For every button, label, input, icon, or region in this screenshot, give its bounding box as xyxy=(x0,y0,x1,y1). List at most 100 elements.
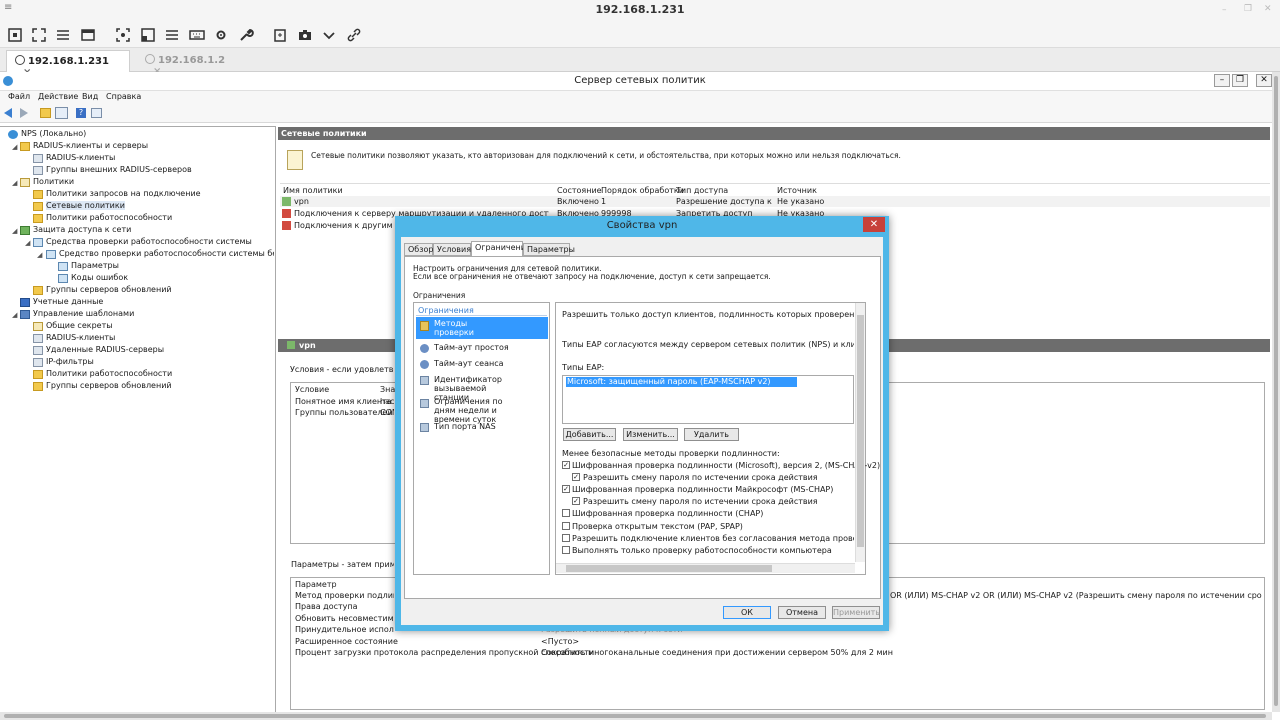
settings-page-icon xyxy=(58,262,68,271)
policies-icon xyxy=(20,178,30,187)
col-source[interactable]: Источник xyxy=(777,186,817,195)
collapse-icon[interactable]: ◢ xyxy=(12,144,19,151)
forward-arrow-icon[interactable] xyxy=(20,108,28,118)
fit-screen-icon[interactable] xyxy=(7,27,23,43)
server-icon xyxy=(33,166,43,175)
chevron-down-icon[interactable] xyxy=(321,27,337,43)
wrench-icon[interactable] xyxy=(238,27,254,43)
policies-table-row-vpn[interactable] xyxy=(280,196,1270,207)
clipboard-icon[interactable] xyxy=(272,27,288,43)
up-folder-icon[interactable] xyxy=(40,108,51,118)
timer-icon xyxy=(420,344,429,353)
mmc-close-button[interactable]: ✕ xyxy=(1256,74,1272,87)
mmc-minimize-button[interactable]: – xyxy=(1214,74,1230,87)
link-icon[interactable] xyxy=(346,27,362,43)
dialog-tab-overview[interactable]: Обзор xyxy=(404,243,433,256)
folder-icon xyxy=(33,286,43,295)
collapse-icon[interactable]: ◢ xyxy=(12,312,19,319)
mmc-title: Сервер сетевых политик xyxy=(574,75,706,86)
constraint-item-nas-port[interactable]: Тип порта NAS xyxy=(434,422,496,431)
collapse-icon[interactable]: ◢ xyxy=(12,228,19,235)
eap-type-item[interactable]: Microsoft: защищенный пароль (EAP-MSCHAP… xyxy=(566,377,797,387)
mmc-restore-button[interactable]: ❐ xyxy=(1232,74,1248,87)
list-icon[interactable] xyxy=(55,27,71,43)
collapse-icon[interactable]: ◢ xyxy=(12,180,19,187)
scroll-thumb[interactable] xyxy=(4,714,1266,718)
policy-access: Разрешение доступа к узлу xyxy=(676,197,772,206)
accounting-icon xyxy=(20,298,30,307)
details-title: vpn xyxy=(299,341,316,350)
condition-name: Группы пользователей xyxy=(295,408,393,417)
setting-name: Права доступа xyxy=(295,602,358,611)
constraints-intro-2: Если все ограничения не отвечают запросу… xyxy=(413,272,771,281)
checkbox-no-auth-negotiation[interactable] xyxy=(562,534,570,542)
scroll-thumb[interactable] xyxy=(566,565,772,572)
tab-connection-1[interactable]: 192.168.1.231 × xyxy=(6,50,130,78)
tree-item-wshv[interactable]: Средство проверки работоспособности сист… xyxy=(46,249,274,261)
dialog-tab-conditions[interactable]: Условия xyxy=(433,243,471,256)
tab-connection-2[interactable]: 192.168.1.2 × xyxy=(137,50,247,77)
collapse-icon[interactable]: ◢ xyxy=(37,252,44,259)
eap-edit-button[interactable]: Изменить... xyxy=(623,428,678,441)
window-horizontal-scrollbar[interactable] xyxy=(0,712,1272,720)
policy-name[interactable]: Подключения к другим серве xyxy=(294,221,394,230)
col-access-type[interactable]: Тип доступа xyxy=(676,186,728,195)
maximize-icon[interactable]: ❐ xyxy=(1244,4,1252,14)
menu-view[interactable]: Вид xyxy=(82,92,98,101)
menu-lines-icon[interactable] xyxy=(164,27,180,43)
col-condition[interactable]: Условие xyxy=(295,385,329,394)
console-tree-icon[interactable] xyxy=(55,107,68,119)
camera-icon[interactable] xyxy=(297,27,313,43)
checkbox-chap[interactable] xyxy=(562,509,570,517)
scroll-thumb[interactable] xyxy=(857,315,864,547)
checkbox-health-check-only[interactable] xyxy=(562,546,570,554)
viewer-title: 192.168.1.231 xyxy=(595,3,685,16)
menu-file[interactable]: Файл xyxy=(8,92,30,101)
checkbox-mschapv2[interactable]: ✓ xyxy=(562,461,570,469)
fullscreen-icon[interactable] xyxy=(31,27,47,43)
dialog-title: Свойства vpn xyxy=(606,220,678,231)
scale-icon[interactable] xyxy=(140,27,156,43)
screenshot-icon[interactable] xyxy=(115,27,131,43)
help-icon[interactable]: ? xyxy=(76,108,86,118)
checkbox-pap[interactable] xyxy=(562,522,570,530)
window-icon[interactable] xyxy=(80,27,96,43)
col-state[interactable]: Состояние xyxy=(557,186,602,195)
keyboard-icon[interactable] xyxy=(189,27,205,43)
constraint-item-idle-timeout[interactable]: Тайм-аут простоя xyxy=(434,343,509,352)
window-vertical-scrollbar[interactable] xyxy=(1272,72,1280,712)
col-parameter[interactable]: Параметр xyxy=(295,580,337,589)
back-arrow-icon[interactable] xyxy=(4,108,12,118)
eap-remove-button[interactable]: Удалить xyxy=(684,428,739,441)
dialog-tab-settings[interactable]: Параметры xyxy=(523,243,575,256)
checkbox-label: Выполнять только проверку работоспособно… xyxy=(572,546,832,555)
checkbox-label: Шифрованная проверка подлинности (CHAP) xyxy=(572,509,764,518)
properties-icon[interactable] xyxy=(91,108,102,118)
folder-icon xyxy=(20,142,30,151)
panel-vertical-scrollbar[interactable] xyxy=(855,303,865,562)
dialog-tab-constraints[interactable]: Ограничения xyxy=(471,241,531,257)
ok-button[interactable]: ОК xyxy=(723,606,771,619)
checkbox-mschap-password-change[interactable]: ✓ xyxy=(572,497,580,505)
col-order[interactable]: Порядок обработки xyxy=(601,186,684,195)
close-icon[interactable]: ✕ xyxy=(1264,4,1272,14)
apply-button[interactable]: Применить xyxy=(832,606,880,619)
checkbox-mschapv2-password-change[interactable]: ✓ xyxy=(572,473,580,481)
minimize-icon[interactable]: – xyxy=(1222,5,1227,15)
constraint-item-day-time[interactable]: Ограничения по дням недели и времени сут… xyxy=(434,397,522,424)
constraint-item-session-timeout[interactable]: Тайм-аут сеанса xyxy=(434,359,504,368)
policy-state: Включено xyxy=(557,197,599,206)
checkbox-mschap[interactable]: ✓ xyxy=(562,485,570,493)
menu-help[interactable]: Справка xyxy=(106,92,141,101)
eap-add-button[interactable]: Добавить... xyxy=(563,428,616,441)
cancel-button[interactable]: Отмена xyxy=(778,606,826,619)
col-policy-name[interactable]: Имя политики xyxy=(283,186,343,195)
scroll-thumb[interactable] xyxy=(1274,76,1278,706)
panel-horizontal-scrollbar[interactable] xyxy=(556,563,855,573)
menu-action[interactable]: Действие xyxy=(38,92,78,101)
settings-caption: Параметры - затем применяю xyxy=(291,560,394,569)
settings-icon[interactable] xyxy=(213,27,229,43)
dialog-close-button[interactable]: ✕ xyxy=(863,217,885,232)
shield-icon xyxy=(20,226,30,235)
collapse-icon[interactable]: ◢ xyxy=(25,240,32,247)
